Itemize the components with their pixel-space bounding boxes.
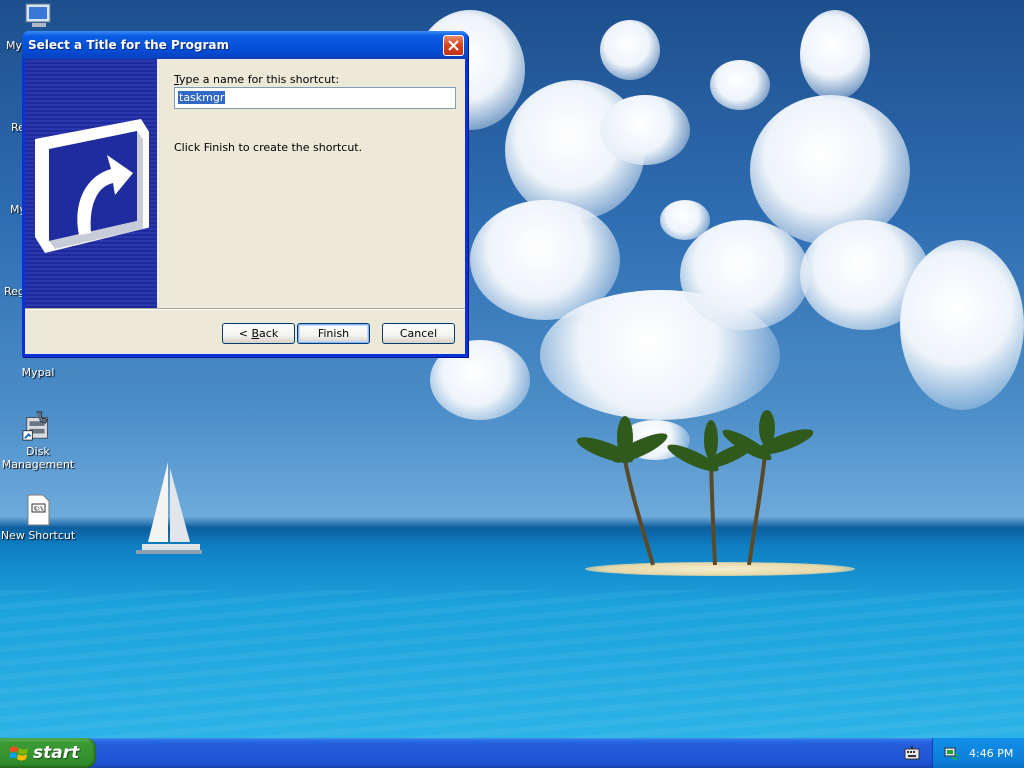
wizard-banner: [25, 59, 157, 308]
desktop-icon-label-partial[interactable]: My: [6, 39, 22, 52]
network-icon[interactable]: [943, 745, 959, 761]
back-button[interactable]: < Back: [222, 323, 295, 344]
shortcut-name-value: taskmgr: [178, 91, 226, 104]
system-tray: 4:46 PM: [932, 738, 1024, 768]
dialog-titlebar[interactable]: Select a Title for the Program: [22, 31, 468, 59]
shortcut-file-icon: C:\: [27, 494, 50, 526]
start-label: start: [33, 743, 80, 763]
dialog-body: Type a name for this shortcut: taskmgr C…: [25, 59, 465, 354]
taskbar: start 4:46 PM: [0, 738, 1024, 768]
windows-logo-icon: [9, 746, 28, 761]
disk-management-icon: [22, 411, 49, 441]
sailboat-image: [136, 462, 202, 554]
palm-trees-image: [576, 410, 814, 566]
finish-button[interactable]: Finish: [297, 323, 370, 344]
shortcut-name-input[interactable]: taskmgr: [174, 87, 456, 109]
start-button[interactable]: start: [0, 738, 96, 768]
close-icon: [448, 40, 459, 51]
finish-hint-text: Click Finish to create the shortcut.: [174, 141, 363, 154]
shortcut-name-label: Type a name for this shortcut:: [174, 73, 340, 86]
wizard-content: Type a name for this shortcut: taskmgr C…: [174, 59, 464, 308]
desktop-icon-label: Disk Management: [1, 445, 75, 471]
my-computer-icon[interactable]: [24, 2, 54, 30]
desktop-icon-new-shortcut[interactable]: C:\ New Shortcut: [0, 494, 76, 542]
desktop-icon-mypal[interactable]: Mypal: [0, 366, 76, 379]
desktop-icon-label: Mypal: [21, 366, 55, 379]
desktop-icon-disk-management[interactable]: Disk Management: [0, 410, 76, 471]
shortcut-arrow-icon: [35, 119, 149, 253]
svg-text:C:\: C:\: [34, 506, 43, 512]
create-shortcut-dialog: Select a Title for the Program Type a na…: [22, 31, 468, 357]
cancel-button[interactable]: Cancel: [382, 323, 455, 344]
desktop-icon-label: New Shortcut: [0, 529, 76, 542]
keyboard-icon[interactable]: [904, 746, 920, 760]
button-separator: [25, 308, 465, 310]
close-button[interactable]: [443, 35, 464, 56]
dialog-title: Select a Title for the Program: [28, 38, 230, 52]
taskbar-clock[interactable]: 4:46 PM: [969, 747, 1013, 760]
